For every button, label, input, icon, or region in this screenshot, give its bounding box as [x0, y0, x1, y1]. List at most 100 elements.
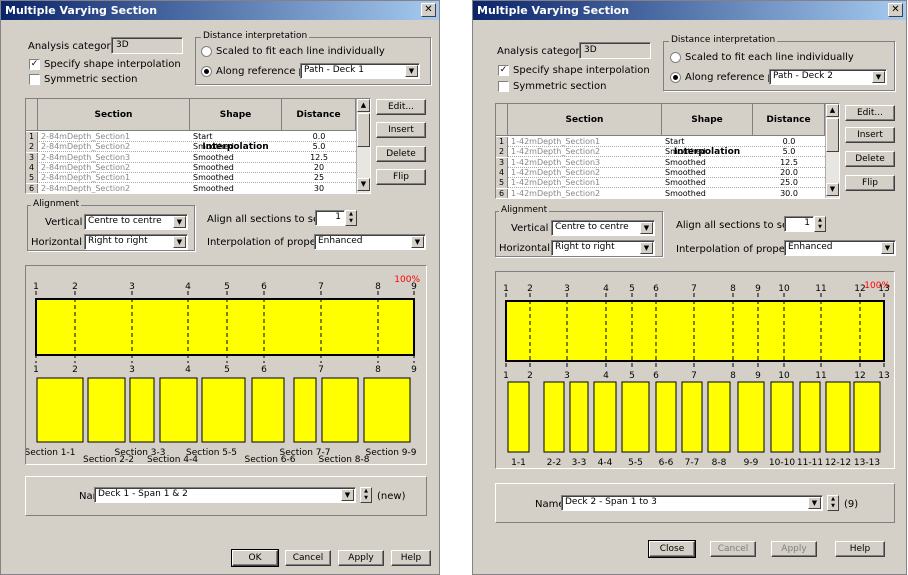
cell-section[interactable]: 2-84mDepth_Section2 [41, 184, 188, 194]
cell-section[interactable]: 1-42mDepth_Section2 [511, 189, 660, 199]
column-header-shape-interpolation[interactable]: Shape Interpolation [662, 104, 753, 157]
column-header-distance[interactable]: Distance [753, 104, 825, 136]
cell-shape-interpolation[interactable]: Smoothed [193, 142, 280, 152]
dropdown-arrow-icon[interactable]: ▼ [881, 242, 894, 254]
table-row[interactable]: 3 1-42mDepth_Section3 Smoothed 12.5 [496, 157, 825, 168]
cell-shape-interpolation[interactable]: Smoothed [665, 158, 751, 168]
symmetric-checkbox[interactable] [498, 81, 509, 92]
edit-button[interactable]: Edit... [376, 99, 426, 115]
help-button[interactable]: Help [391, 550, 431, 566]
table-row[interactable]: 5 2-84mDepth_Section1 Smoothed 25 [26, 173, 356, 184]
name-select[interactable]: Deck 2 - Span 1 to 3 ▼ [561, 495, 823, 511]
column-header-distance[interactable]: Distance [282, 99, 356, 131]
close-button[interactable]: Close [648, 540, 696, 558]
ok-button[interactable]: OK [231, 549, 279, 567]
along-path-radio[interactable] [670, 72, 681, 83]
path-select[interactable]: Path - Deck 1 ▼ [300, 63, 420, 79]
dropdown-arrow-icon[interactable]: ▼ [872, 71, 885, 83]
cell-distance[interactable]: 20 [282, 163, 356, 173]
cell-section[interactable]: 1-42mDepth_Section1 [511, 178, 660, 188]
path-select[interactable]: Path - Deck 2 ▼ [769, 69, 887, 85]
help-button[interactable]: Help [835, 541, 885, 557]
cell-distance[interactable]: 25.0 [753, 178, 825, 188]
dropdown-arrow-icon[interactable]: ▼ [173, 216, 186, 228]
cell-section[interactable]: 1-42mDepth_Section2 [511, 147, 660, 157]
horizontal-select[interactable]: Right to right ▼ [551, 240, 655, 256]
table-row[interactable]: 5 1-42mDepth_Section1 Smoothed 25.0 [496, 178, 825, 189]
delete-button[interactable]: Delete [376, 146, 426, 162]
dropdown-arrow-icon[interactable]: ▼ [405, 65, 418, 77]
insert-button[interactable]: Insert [845, 127, 895, 143]
cell-shape-interpolation[interactable]: Smoothed [665, 147, 751, 157]
cell-shape-interpolation[interactable]: Smoothed [665, 189, 751, 199]
align-section-input[interactable]: 1 [784, 216, 814, 232]
table-row[interactable]: 1 2-84mDepth_Section1 Start 0.0 [26, 132, 356, 142]
table-row[interactable]: 6 2-84mDepth_Section2 Smoothed 30 [26, 183, 356, 194]
cell-section[interactable]: 1-42mDepth_Section2 [511, 168, 660, 178]
edit-button[interactable]: Edit... [845, 105, 895, 121]
dropdown-arrow-icon[interactable]: ▼ [411, 236, 424, 248]
sections-table[interactable]: Section Shape Interpolation Distance ▲ ▼… [495, 103, 840, 199]
scroll-thumb[interactable] [826, 118, 839, 152]
dropdown-arrow-icon[interactable]: ▼ [640, 222, 653, 234]
close-icon[interactable]: ✕ [421, 3, 436, 17]
scaled-radio[interactable] [201, 46, 212, 57]
scroll-down-icon[interactable]: ▼ [826, 183, 839, 196]
cell-section[interactable]: 2-84mDepth_Section2 [41, 142, 188, 152]
cell-section[interactable]: 2-84mDepth_Section2 [41, 163, 188, 173]
cell-shape-interpolation[interactable]: Smoothed [193, 184, 280, 194]
cell-section[interactable]: 2-84mDepth_Section3 [41, 153, 188, 163]
cell-distance[interactable]: 0.0 [282, 132, 356, 142]
sections-table[interactable]: Section Shape Interpolation Distance ▲ ▼… [25, 98, 371, 194]
interpolation-select[interactable]: Enhanced ▼ [784, 240, 896, 256]
align-section-input[interactable]: 1 [315, 210, 345, 226]
cancel-button[interactable]: Cancel [285, 550, 331, 566]
cell-section[interactable]: 1-42mDepth_Section1 [511, 137, 660, 147]
cell-shape-interpolation[interactable]: Start [665, 137, 751, 147]
along-path-radio[interactable] [201, 66, 212, 77]
cell-distance[interactable]: 5.0 [282, 142, 356, 152]
cell-shape-interpolation[interactable]: Smoothed [193, 173, 280, 183]
specify-shape-checkbox[interactable]: ✓ [498, 65, 509, 76]
flip-button[interactable]: Flip [845, 175, 895, 191]
scaled-radio[interactable] [670, 52, 681, 63]
vertical-select[interactable]: Centre to centre ▼ [84, 214, 188, 230]
scroll-up-icon[interactable]: ▲ [357, 99, 370, 112]
cell-distance[interactable]: 25 [282, 173, 356, 183]
vertical-select[interactable]: Centre to centre ▼ [551, 220, 655, 236]
flip-button[interactable]: Flip [376, 169, 426, 185]
column-header-section[interactable]: Section [508, 104, 662, 136]
table-row[interactable]: 2 1-42mDepth_Section2 Smoothed 5.0 [496, 147, 825, 158]
cancel-button[interactable]: Cancel [710, 541, 756, 557]
cell-shape-interpolation[interactable]: Smoothed [665, 168, 751, 178]
cell-distance[interactable]: 20.0 [753, 168, 825, 178]
table-row[interactable]: 4 1-42mDepth_Section2 Smoothed 20.0 [496, 167, 825, 178]
table-scrollbar[interactable]: ▲ ▼ [356, 99, 370, 193]
name-select[interactable]: Deck 1 - Span 1 & 2 ▼ [94, 487, 356, 503]
cell-shape-interpolation[interactable]: Smoothed [665, 178, 751, 188]
cell-section[interactable]: 2-84mDepth_Section1 [41, 132, 188, 142]
table-row[interactable]: 6 1-42mDepth_Section2 Smoothed 30.0 [496, 188, 825, 199]
cell-shape-interpolation[interactable]: Smoothed [193, 163, 280, 173]
delete-button[interactable]: Delete [845, 151, 895, 167]
cell-distance[interactable]: 5.0 [753, 147, 825, 157]
scroll-up-icon[interactable]: ▲ [826, 104, 839, 117]
cell-shape-interpolation[interactable]: Start [193, 132, 280, 142]
table-scrollbar[interactable]: ▲ ▼ [825, 104, 839, 198]
spin-up-icon[interactable]: ▲ ▼ [345, 210, 357, 226]
cell-distance[interactable]: 12.5 [282, 153, 356, 163]
spin-up-icon[interactable]: ▲ ▼ [814, 216, 826, 232]
cell-distance[interactable]: 0.0 [753, 137, 825, 147]
dropdown-arrow-icon[interactable]: ▼ [341, 489, 354, 501]
cell-section[interactable]: 2-84mDepth_Section1 [41, 173, 188, 183]
scroll-down-icon[interactable]: ▼ [357, 178, 370, 191]
insert-button[interactable]: Insert [376, 122, 426, 138]
cell-distance[interactable]: 30.0 [753, 189, 825, 199]
apply-button[interactable]: Apply [338, 550, 384, 566]
horizontal-select[interactable]: Right to right ▼ [84, 234, 188, 250]
dropdown-arrow-icon[interactable]: ▼ [173, 236, 186, 248]
table-row[interactable]: 1 1-42mDepth_Section1 Start 0.0 [496, 137, 825, 147]
table-row[interactable]: 3 2-84mDepth_Section3 Smoothed 12.5 [26, 152, 356, 163]
table-row[interactable]: 4 2-84mDepth_Section2 Smoothed 20 [26, 162, 356, 173]
cell-shape-interpolation[interactable]: Smoothed [193, 153, 280, 163]
